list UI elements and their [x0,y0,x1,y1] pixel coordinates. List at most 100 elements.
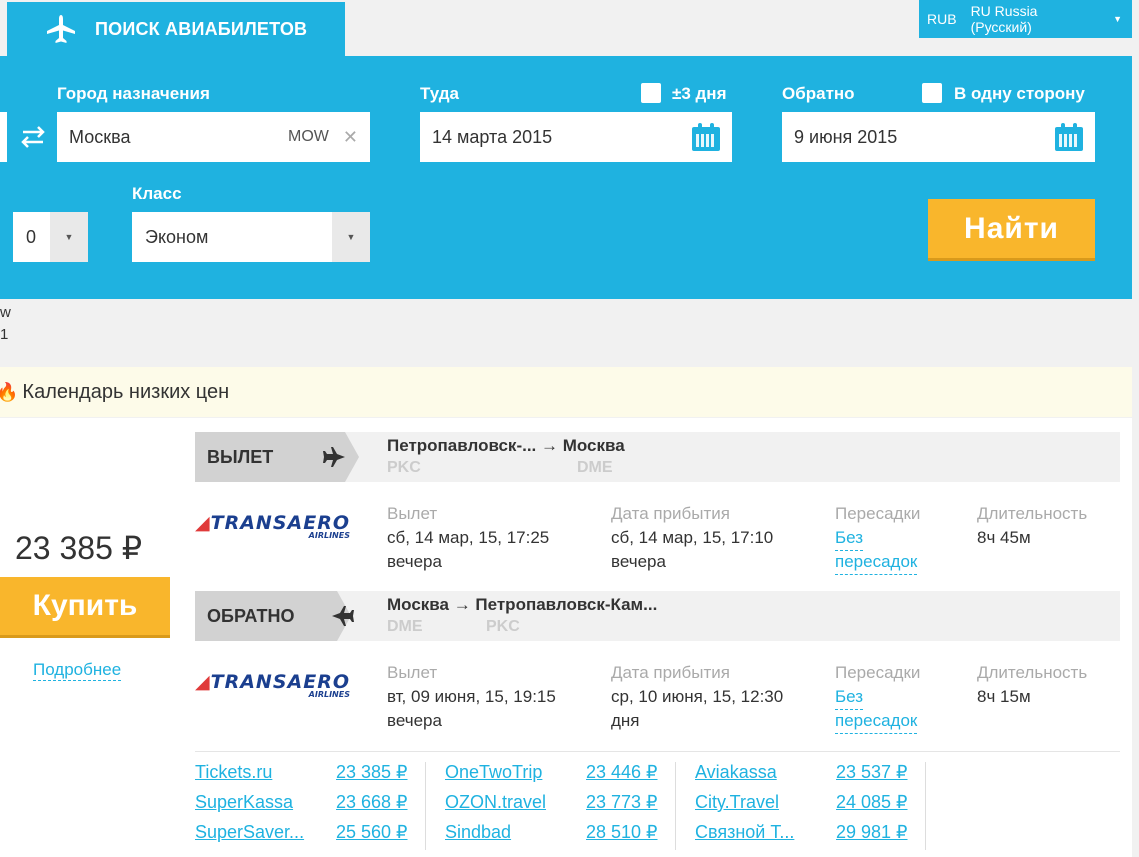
calendar-banner-label: Календарь низких цен [22,380,230,403]
airline-logo: ◢TRANSAERO AIRLINES [195,512,350,540]
arrive-time-part: дня [611,711,640,730]
depart-time-label: Вылет [387,663,438,682]
column-divider [925,762,926,850]
column-divider [425,762,426,850]
passengers-value: 0 [26,226,37,247]
passengers-select[interactable]: 0 ▼ [13,212,88,262]
fire-icon: 🔥 [0,381,19,402]
destination-input[interactable]: Москва MOW ✕ [57,112,370,162]
left-fragment-2: 1 [0,326,9,343]
chevron-down-icon[interactable]: ▼ [50,212,88,262]
details-link[interactable]: Подробнее [33,660,122,681]
agency-link[interactable]: OneTwoTrip [445,762,542,783]
depart-date-input[interactable]: 14 марта 2015 [420,112,732,162]
airplane-right-icon [323,447,345,467]
oneway-checkbox[interactable] [922,83,942,103]
caret-down-icon: ▼ [1113,14,1122,24]
class-select[interactable]: Эконом ▼ [132,212,370,262]
currency-label[interactable]: RUB [927,11,957,27]
agency-price[interactable]: 23 537 ₽ [836,762,908,783]
agency-link[interactable]: Sindbad [445,822,511,843]
agency-price[interactable]: 25 560 ₽ [336,822,408,843]
return-date-input[interactable]: 9 июня 2015 [782,112,1095,162]
clear-icon[interactable]: ✕ [343,127,358,148]
agency-price[interactable]: 23 773 ₽ [586,792,658,813]
segment-tag: ВЫЛЕТ [195,432,359,482]
segment-tag-label: ОБРАТНО [207,605,295,626]
language-label[interactable]: RU Russia (Русский) [971,3,1100,35]
segment-route: Петропавловск-... → Москва [387,436,625,455]
flex-dates-label: ±3 дня [672,84,727,103]
segment-tag-label: ВЫЛЕТ [207,446,274,467]
segment-outbound: ВЫЛЕТ Петропавловск-... → Москва PKC DME [195,432,1120,482]
stops-link[interactable]: пересадок [835,709,918,734]
agency-link[interactable]: SuperKassa [195,792,293,813]
offer-price: 23 385 ₽ [15,530,143,566]
depart-time-part: вечера [387,711,442,730]
return-label: Обратно [782,84,855,103]
duration-label: Длительность [977,663,1088,682]
agency-link[interactable]: SuperSaver... [195,822,304,843]
agency-price[interactable]: 23 446 ₽ [586,762,658,783]
airplane-left-icon [332,606,354,626]
tab-flight-search[interactable]: ПОИСК АВИАБИЛЕТОВ [7,2,345,56]
agency-link[interactable]: Связной Т... [695,822,794,843]
class-value: Эконом [145,226,209,247]
segment-route: Москва → Петропавловск-Кам... [387,595,658,614]
airplane-icon [47,15,75,43]
to-code: DME [577,459,613,476]
flex-dates-checkbox[interactable] [641,83,661,103]
stops-label: Пересадки [835,663,921,682]
stops-link[interactable]: пересадок [835,550,918,575]
locale-selector[interactable]: RUB RU Russia (Русский) ▼ [919,0,1132,38]
left-fragment-1: w [0,304,11,321]
buy-button[interactable]: Купить [0,577,170,638]
divider [195,751,1120,752]
low-price-calendar-banner[interactable]: 🔥 Календарь низких цен [0,367,1132,417]
stops-link[interactable]: Без [835,685,864,710]
stops-link[interactable]: Без [835,526,864,551]
depart-time-value: сб, 14 мар, 15, 17:25 [387,528,550,547]
agency-price[interactable]: 23 668 ₽ [336,792,408,813]
column-divider [675,762,676,850]
chevron-down-icon[interactable]: ▼ [332,212,370,262]
calendar-icon[interactable] [1055,123,1083,151]
destination-value: Москва [69,126,131,147]
agency-price[interactable]: 28 510 ₽ [586,822,658,843]
agency-link[interactable]: Aviakassa [695,762,777,783]
agency-price[interactable]: 23 385 ₽ [336,762,408,783]
agency-link[interactable]: Tickets.ru [195,762,272,783]
search-panel: Город назначения Москва MOW ✕ Туда ±3 дн… [0,56,1132,299]
depart-date-value: 14 марта 2015 [432,126,553,147]
oneway-label: В одну сторону [954,84,1085,103]
depart-label: Туда [420,84,460,103]
find-button[interactable]: Найти [928,199,1095,261]
arrive-time-part: вечера [611,552,666,571]
arrive-time-value: сб, 14 мар, 15, 17:10 [611,528,774,547]
from-code: DME [387,618,423,635]
destination-code: MOW [288,128,329,145]
depart-time-value: вт, 09 июня, 15, 19:15 [387,687,556,706]
origin-field-edge[interactable] [0,112,7,162]
calendar-icon[interactable] [692,123,720,151]
depart-time-label: Вылет [387,504,438,523]
from-code: PKC [387,459,421,476]
return-date-value: 9 июня 2015 [794,126,898,147]
to-code: PKC [486,618,520,635]
segment-return: ОБРАТНО Москва → Петропавловск-Кам... DM… [195,591,1120,641]
duration-value: 8ч 45м [977,528,1031,547]
agency-price[interactable]: 24 085 ₽ [836,792,908,813]
duration-value: 8ч 15м [977,687,1031,706]
depart-time-part: вечера [387,552,442,571]
destination-label: Город назначения [57,84,210,103]
duration-label: Длительность [977,504,1088,523]
swap-icon[interactable] [19,126,47,148]
arrive-time-label: Дата прибытия [611,663,730,682]
agency-link[interactable]: OZON.travel [445,792,546,813]
tab-label: ПОИСК АВИАБИЛЕТОВ [95,18,308,39]
agency-price[interactable]: 29 981 ₽ [836,822,908,843]
segment-tag: ОБРАТНО [195,591,354,641]
agency-link[interactable]: City.Travel [695,792,779,813]
class-label: Класс [132,184,182,203]
arrive-time-value: ср, 10 июня, 15, 12:30 [611,687,784,706]
